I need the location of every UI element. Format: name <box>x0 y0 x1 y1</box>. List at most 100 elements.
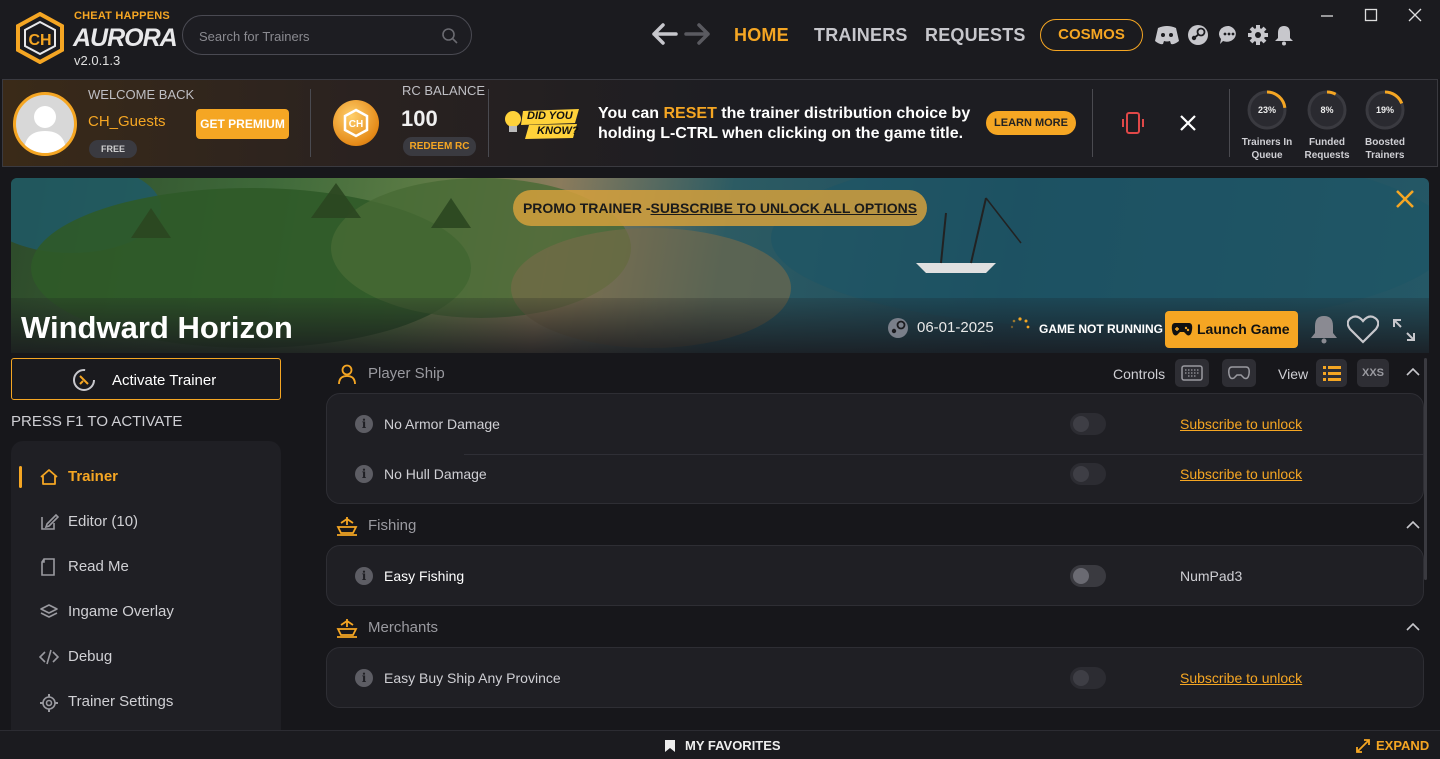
info-icon[interactable]: i <box>355 567 373 585</box>
cosmos-button[interactable]: COSMOS <box>1040 19 1143 51</box>
list-view-button[interactable] <box>1316 359 1347 387</box>
sidebar-item-read-me[interactable]: Read Me <box>11 549 281 585</box>
welcome-label: WELCOME BACK <box>88 87 195 102</box>
search-icon[interactable] <box>441 27 459 45</box>
stat-boosted-trainers[interactable]: 19% Boosted Trainers <box>1353 88 1417 162</box>
minimize-icon[interactable] <box>1320 8 1334 22</box>
subscribe-link[interactable]: SUBSCRIBE TO UNLOCK ALL OPTIONS <box>651 200 918 216</box>
steam-icon <box>887 317 909 339</box>
stat-trainers-in-queue[interactable]: 23% Trainers In Queue <box>1235 88 1299 162</box>
nav-trainers[interactable]: TRAINERS <box>814 25 908 46</box>
close-window-icon[interactable] <box>1408 8 1422 22</box>
option-row: i Easy Fishing NumPad3 <box>327 552 1425 602</box>
stat-label: Trainers In <box>1241 137 1293 148</box>
aurora-logo-icon[interactable]: CH <box>12 12 68 64</box>
list-icon <box>1322 364 1342 382</box>
loading-spinner-icon <box>1009 316 1031 338</box>
game-title: Windward Horizon <box>21 310 293 345</box>
maximize-icon[interactable] <box>1364 8 1378 22</box>
my-favorites-button[interactable]: MY FAVORITES <box>685 738 781 753</box>
subscribe-to-unlock-link[interactable]: Subscribe to unlock <box>1180 466 1302 482</box>
nav-requests[interactable]: REQUESTS <box>925 25 1026 46</box>
release-date: 06-01-2025 <box>917 319 994 336</box>
rc-balance-label: RC BALANCE <box>402 83 486 98</box>
bookmark-icon <box>664 739 676 753</box>
back-arrow-icon[interactable] <box>650 22 678 46</box>
gear-icon <box>39 693 59 713</box>
redeem-rc-button[interactable]: REDEEM RC <box>403 137 476 156</box>
section-header-merchants[interactable]: Merchants <box>336 617 1036 641</box>
phone-vibrate-icon[interactable] <box>1121 111 1147 135</box>
subscribe-to-unlock-link[interactable]: Subscribe to unlock <box>1180 416 1302 432</box>
section-panel-merchants: i Easy Buy Ship Any Province Subscribe t… <box>326 647 1424 708</box>
search-box[interactable] <box>182 15 472 55</box>
active-indicator <box>19 466 22 488</box>
tip-text: You can RESET the trainer distribution c… <box>598 105 971 142</box>
forward-arrow-icon[interactable] <box>684 22 712 46</box>
sidebar-item-editor[interactable]: Editor (10) <box>11 504 281 540</box>
stat-value: 8% <box>1320 105 1334 115</box>
option-toggle[interactable] <box>1070 667 1106 689</box>
gamepad-controls-button[interactable] <box>1222 359 1256 387</box>
edit-icon <box>39 513 59 531</box>
document-icon <box>39 558 59 576</box>
rc-balance-value: 100 <box>401 106 438 131</box>
discord-icon[interactable] <box>1154 24 1180 46</box>
chat-icon[interactable] <box>1218 24 1240 46</box>
subscribe-to-unlock-link[interactable]: Subscribe to unlock <box>1180 670 1302 686</box>
info-icon[interactable]: i <box>355 669 373 687</box>
option-toggle[interactable] <box>1070 413 1106 435</box>
section-header-player-ship[interactable]: Player Ship <box>336 363 1036 387</box>
learn-more-button[interactable]: LEARN MORE <box>986 111 1076 135</box>
section-header-fishing[interactable]: Fishing <box>336 515 1036 539</box>
hotkey-label: NumPad3 <box>1180 568 1243 584</box>
activate-trainer-button[interactable]: Activate Trainer <box>11 358 281 400</box>
view-label: View <box>1278 366 1309 382</box>
sidebar-item-trainer-settings[interactable]: Trainer Settings <box>11 684 281 720</box>
bell-icon[interactable] <box>1273 24 1295 46</box>
code-icon <box>39 648 59 666</box>
fullscreen-icon[interactable] <box>1391 317 1417 343</box>
scrollbar[interactable] <box>1424 358 1427 580</box>
keyboard-controls-button[interactable] <box>1175 359 1209 387</box>
collapse-chevron-icon[interactable] <box>1405 621 1421 633</box>
info-icon[interactable]: i <box>355 465 373 483</box>
dismiss-tip-icon[interactable] <box>1179 114 1197 132</box>
boat-icon <box>336 617 358 639</box>
collapse-chevron-icon[interactable] <box>1405 366 1421 378</box>
sidebar-item-debug[interactable]: Debug <box>11 639 281 675</box>
username[interactable]: CH_Guests <box>88 113 166 130</box>
brand-tagline: CHEAT HAPPENS <box>74 10 170 22</box>
gamepad-icon <box>1227 365 1251 381</box>
option-toggle[interactable] <box>1070 463 1106 485</box>
sidebar-menu: Trainer Editor (10) Read Me Ingame Overl… <box>11 441 281 741</box>
xxs-view-button[interactable]: XXS <box>1357 359 1389 387</box>
collapse-chevron-icon[interactable] <box>1405 519 1421 531</box>
option-toggle[interactable] <box>1070 565 1106 587</box>
divider <box>1092 89 1093 157</box>
progress-ring: 19% <box>1363 88 1407 132</box>
promo-trainer-banner[interactable]: PROMO TRAINER -SUBSCRIBE TO UNLOCK ALL O… <box>513 190 927 226</box>
stat-value: 19% <box>1375 105 1394 115</box>
option-row: i No Hull Damage Subscribe to unlock <box>327 450 1425 500</box>
divider <box>1229 89 1230 157</box>
sidebar-item-trainer[interactable]: Trainer <box>11 459 281 495</box>
sidebar-item-ingame-overlay[interactable]: Ingame Overlay <box>11 594 281 630</box>
expand-button[interactable]: EXPAND <box>1376 738 1429 753</box>
launch-game-button[interactable]: Launch Game <box>1165 311 1298 348</box>
progress-ring: 23% <box>1245 88 1289 132</box>
steam-icon[interactable] <box>1187 24 1209 46</box>
notify-bell-icon[interactable] <box>1308 313 1340 345</box>
section-title: Fishing <box>368 517 417 534</box>
search-input[interactable] <box>199 26 439 46</box>
favorite-heart-icon[interactable] <box>1347 314 1379 344</box>
nav-home[interactable]: HOME <box>734 25 789 46</box>
get-premium-button[interactable]: GET PREMIUM <box>196 109 289 139</box>
avatar[interactable] <box>13 92 77 156</box>
gear-icon[interactable] <box>1247 24 1269 46</box>
close-promo-icon[interactable] <box>1390 184 1420 214</box>
boat-icon <box>336 515 358 537</box>
stat-funded-requests[interactable]: 8% Funded Requests <box>1295 88 1359 162</box>
home-icon <box>39 468 59 486</box>
info-icon[interactable]: i <box>355 415 373 433</box>
